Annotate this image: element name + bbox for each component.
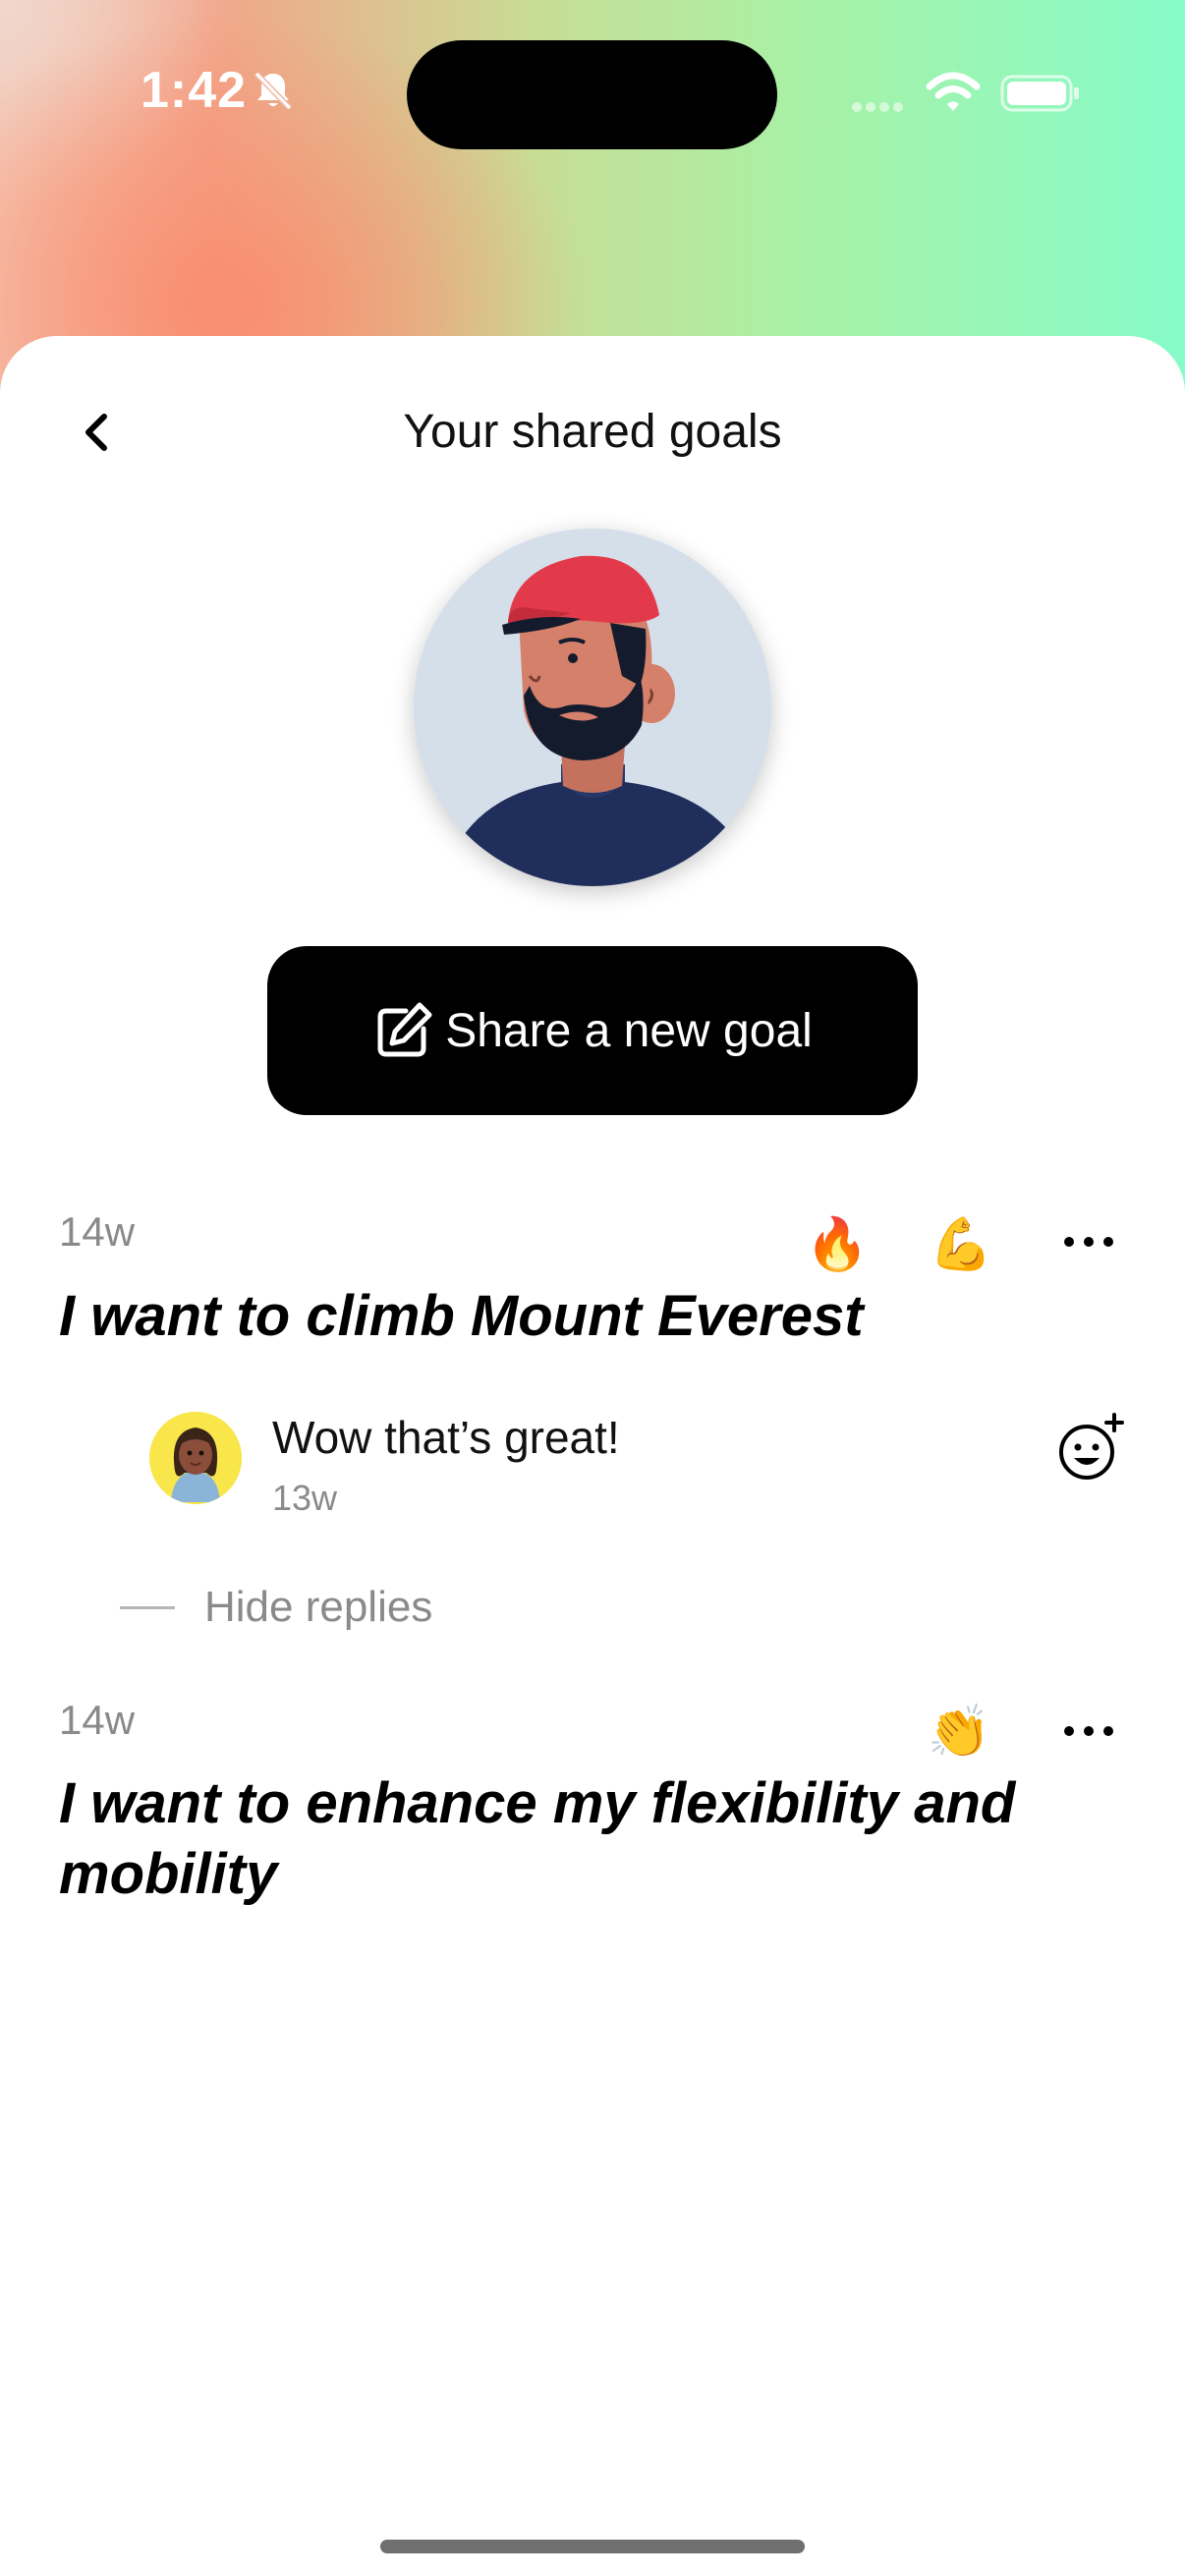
status-time: 1:42 bbox=[141, 62, 248, 119]
signal-icon bbox=[852, 102, 903, 112]
reaction-clapping-hands[interactable]: 👏 bbox=[928, 1700, 991, 1763]
hide-replies-button[interactable]: Hide replies bbox=[120, 1578, 432, 1637]
home-indicator[interactable] bbox=[380, 2540, 805, 2553]
hide-replies-label: Hide replies bbox=[204, 1583, 433, 1631]
share-new-goal-button[interactable]: Share a new goal bbox=[267, 946, 918, 1115]
profile-avatar bbox=[414, 529, 771, 886]
more-horizontal-icon bbox=[1064, 1726, 1113, 1736]
dynamic-island bbox=[407, 40, 777, 149]
goal-2-text: I want to enhance my flexibility and mob… bbox=[59, 1771, 1016, 1906]
goal-2-time: 14w bbox=[59, 1697, 136, 1743]
reply-time: 13w bbox=[272, 1478, 338, 1518]
reply-text: Wow that’s great! bbox=[272, 1412, 620, 1463]
goal-1-text: I want to climb Mount Everest bbox=[59, 1284, 864, 1348]
hide-replies-divider bbox=[120, 1605, 175, 1609]
edit-icon bbox=[377, 1002, 432, 1057]
page-title: Your shared goals bbox=[403, 406, 782, 458]
bell-off-icon bbox=[254, 71, 293, 111]
status-bar: 1:42 bbox=[0, 0, 1185, 187]
add-emoji-icon bbox=[1059, 1413, 1124, 1480]
add-reaction-button[interactable] bbox=[1055, 1413, 1126, 1484]
wifi-icon bbox=[926, 72, 981, 111]
reaction-flexed-biceps[interactable]: 💪 bbox=[930, 1212, 993, 1275]
reply-avatar[interactable] bbox=[149, 1412, 242, 1504]
more-horizontal-icon bbox=[1064, 1237, 1113, 1247]
goal-1-time: 14w bbox=[59, 1208, 136, 1255]
goal-2-more-button[interactable] bbox=[1053, 1708, 1124, 1755]
share-button-label: Share a new goal bbox=[445, 1004, 813, 1057]
woman-avatar bbox=[149, 1412, 242, 1504]
reaction-fire[interactable]: 🔥 bbox=[806, 1212, 870, 1275]
illustrated-man-avatar bbox=[414, 529, 771, 886]
battery-icon bbox=[1000, 75, 1079, 112]
goal-1-more-button[interactable] bbox=[1053, 1218, 1124, 1265]
